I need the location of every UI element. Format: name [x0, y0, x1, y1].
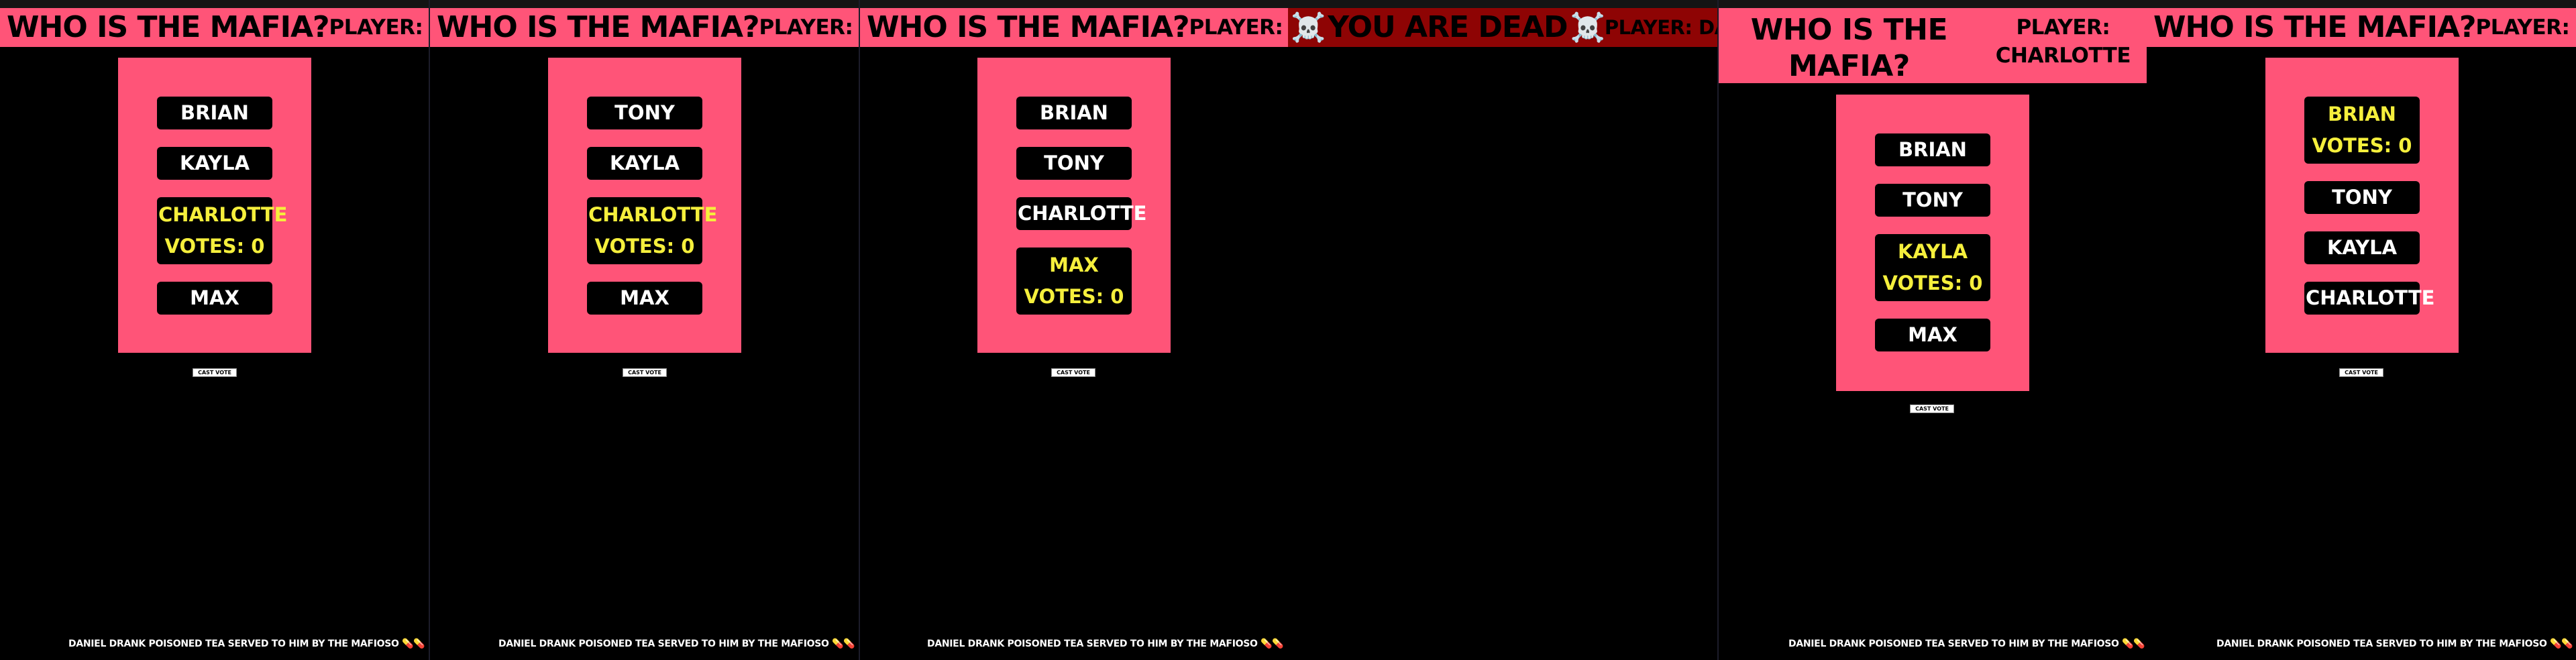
skull-icon: ☠️	[1291, 11, 1326, 44]
page-title: WHO IS THE MAFIA?	[7, 10, 330, 44]
event-message: DANIEL DRANK POISONED TEA SERVED TO HIM …	[1788, 639, 2145, 649]
candidate-button-tony[interactable]: TONY	[1875, 184, 1990, 217]
pill-icon: 💊💊	[1260, 639, 1284, 649]
event-message: DANIEL DRANK POISONED TEA SERVED TO HIM …	[2216, 639, 2573, 649]
candidate-button-max[interactable]: MAX	[157, 282, 272, 315]
pill-icon: 💊💊	[402, 639, 425, 649]
skull-icon: ☠️	[1570, 11, 1605, 44]
player-label: PLAYER: KAYLA	[1189, 15, 1288, 40]
panel-daniel-dead: ☠️ YOU ARE DEAD ☠️ PLAYER: DANIEL	[1288, 0, 1717, 660]
panel-max: WHO IS THE MAFIA? PLAYER: MAX BRIAN VOTE…	[2147, 0, 2576, 660]
candidate-button-brian[interactable]: BRIAN	[1016, 97, 1132, 129]
top-strip	[0, 0, 429, 8]
candidate-button-charlotte-selected[interactable]: CHARLOTTE VOTES: 0	[157, 197, 287, 264]
pill-icon: 💊💊	[832, 639, 855, 649]
candidate-button-charlotte-selected[interactable]: CHARLOTTE VOTES: 0	[587, 197, 717, 264]
cast-vote-button[interactable]: CAST VOTE	[1051, 368, 1095, 377]
dead-title-group: ☠️ YOU ARE DEAD ☠️	[1291, 13, 1605, 42]
candidate-card: BRIAN KAYLA CHARLOTTE VOTES: 0 MAX	[118, 58, 311, 353]
player-label: PLAYER: CHARLOTTE	[1995, 15, 2131, 68]
panel-charlotte: WHO IS THE MAFIA? PLAYER: CHARLOTTE BRIA…	[1719, 0, 2147, 660]
cast-vote-button[interactable]: CAST VOTE	[1910, 404, 1954, 413]
candidate-button-kayla-selected[interactable]: KAYLA VOTES: 0	[1875, 234, 1990, 301]
page-title: WHO IS THE MAFIA?	[1750, 13, 1948, 83]
page-title: YOU ARE DEAD	[1328, 10, 1568, 44]
event-message: DANIEL DRANK POISONED TEA SERVED TO HIM …	[927, 639, 1284, 649]
header-bar: WHO IS THE MAFIA? PLAYER: TONY	[0, 8, 429, 47]
cast-vote-button[interactable]: CAST VOTE	[193, 368, 237, 377]
candidate-card: BRIAN VOTES: 0 TONY KAYLA CHARLOTTE	[2265, 58, 2459, 353]
event-message-text: DANIEL DRANK POISONED TEA SERVED TO HIM …	[498, 639, 829, 649]
event-message: DANIEL DRANK POISONED TEA SERVED TO HIM …	[498, 639, 855, 649]
top-strip	[1719, 0, 2147, 8]
candidate-button-tony[interactable]: TONY	[2304, 181, 2420, 214]
candidate-button-max[interactable]: MAX	[587, 282, 702, 315]
pill-icon: 💊💊	[2122, 639, 2145, 649]
candidate-button-tony[interactable]: TONY	[587, 97, 702, 129]
player-label: PLAYER: DANIEL	[1604, 15, 1717, 39]
top-strip	[1288, 0, 1717, 8]
pill-icon: 💊💊	[2550, 639, 2573, 649]
player-label: PLAYER: BRIAN	[759, 15, 859, 40]
candidate-button-brian[interactable]: BRIAN	[157, 97, 272, 129]
panel-kayla: WHO IS THE MAFIA? PLAYER: KAYLA BRIAN TO…	[860, 0, 1288, 660]
candidate-card: TONY KAYLA CHARLOTTE VOTES: 0 MAX	[548, 58, 741, 353]
game-screens-row: WHO IS THE MAFIA? PLAYER: TONY BRIAN KAY…	[0, 0, 2576, 660]
cast-vote-button[interactable]: CAST VOTE	[2339, 368, 2383, 377]
candidate-button-charlotte[interactable]: CHARLOTTE	[2304, 282, 2434, 315]
candidate-button-kayla[interactable]: KAYLA	[587, 147, 702, 180]
player-label: PLAYER: MAX	[2475, 15, 2576, 40]
cast-vote-button[interactable]: CAST VOTE	[623, 368, 667, 377]
page-title: WHO IS THE MAFIA?	[2153, 10, 2477, 44]
top-strip	[430, 0, 859, 8]
candidate-button-charlotte[interactable]: CHARLOTTE	[1016, 197, 1146, 230]
header-bar: WHO IS THE MAFIA? PLAYER: BRIAN	[430, 8, 859, 47]
page-title: WHO IS THE MAFIA?	[867, 10, 1190, 44]
candidate-card: BRIAN TONY CHARLOTTE MAX VOTES: 0	[977, 58, 1171, 353]
event-message-text: DANIEL DRANK POISONED TEA SERVED TO HIM …	[927, 639, 1258, 649]
top-strip	[860, 0, 1288, 8]
candidate-button-kayla[interactable]: KAYLA	[2304, 231, 2420, 264]
page-title: WHO IS THE MAFIA?	[437, 10, 760, 44]
candidate-button-max[interactable]: MAX	[1875, 319, 1990, 351]
header-bar: WHO IS THE MAFIA? PLAYER: KAYLA	[860, 8, 1288, 47]
panel-brian: WHO IS THE MAFIA? PLAYER: BRIAN TONY KAY…	[430, 0, 859, 660]
candidate-button-brian-selected[interactable]: BRIAN VOTES: 0	[2304, 97, 2420, 164]
event-message-text: DANIEL DRANK POISONED TEA SERVED TO HIM …	[2216, 639, 2547, 649]
player-label: PLAYER: TONY	[329, 15, 429, 40]
header-bar: WHO IS THE MAFIA? PLAYER: MAX	[2147, 8, 2576, 47]
candidate-button-brian[interactable]: BRIAN	[1875, 133, 1990, 166]
event-message: DANIEL DRANK POISONED TEA SERVED TO HIM …	[68, 639, 425, 649]
dead-header-bar: ☠️ YOU ARE DEAD ☠️ PLAYER: DANIEL	[1288, 8, 1717, 47]
header-bar: WHO IS THE MAFIA? PLAYER: CHARLOTTE	[1719, 8, 2147, 83]
candidate-button-max-selected[interactable]: MAX VOTES: 0	[1016, 248, 1132, 315]
panel-tony: WHO IS THE MAFIA? PLAYER: TONY BRIAN KAY…	[0, 0, 429, 660]
event-message-text: DANIEL DRANK POISONED TEA SERVED TO HIM …	[1788, 639, 2119, 649]
top-strip	[2147, 0, 2576, 8]
candidate-button-kayla[interactable]: KAYLA	[157, 147, 272, 180]
event-message-text: DANIEL DRANK POISONED TEA SERVED TO HIM …	[68, 639, 399, 649]
candidate-card: BRIAN TONY KAYLA VOTES: 0 MAX	[1836, 95, 2029, 391]
candidate-button-tony[interactable]: TONY	[1016, 147, 1132, 180]
